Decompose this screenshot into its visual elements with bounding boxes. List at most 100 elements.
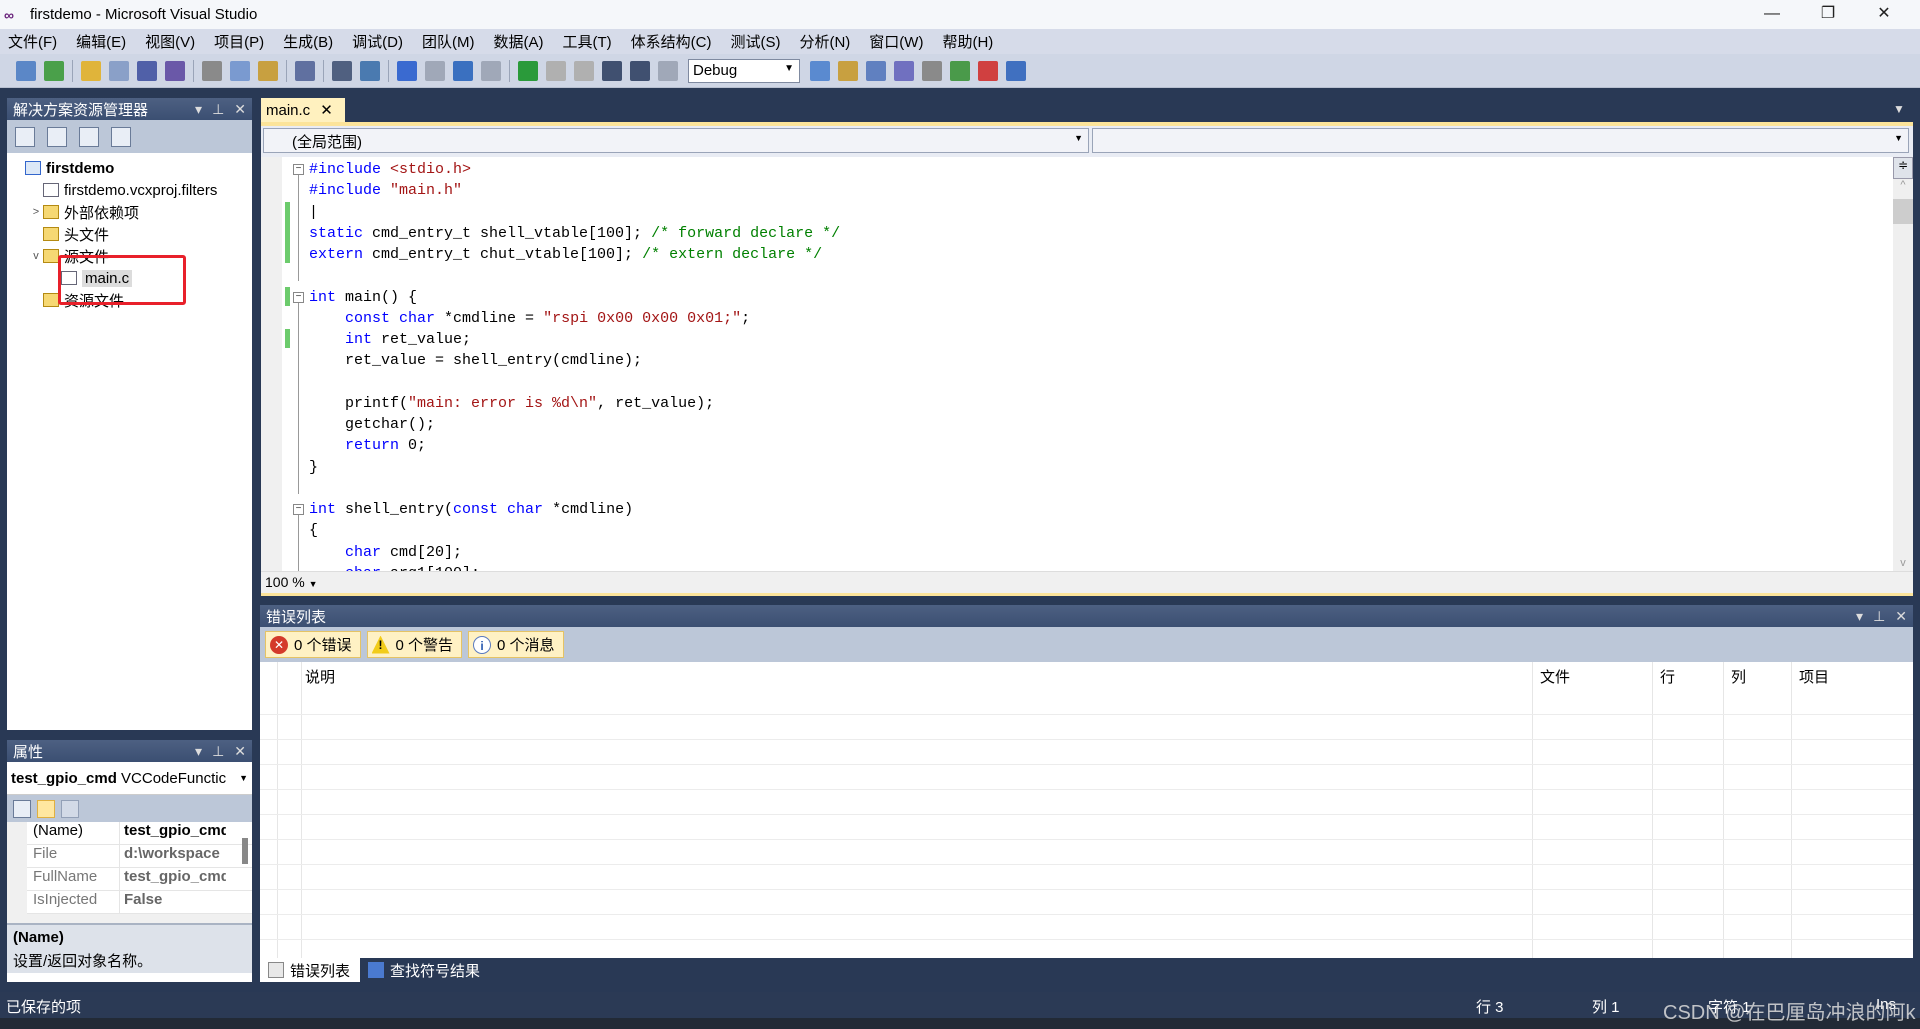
alphabetical-sort-icon[interactable] bbox=[37, 799, 55, 818]
menu-item[interactable]: 项目(P) bbox=[214, 31, 264, 52]
tab-overflow-dropdown-icon[interactable]: ▼ bbox=[1893, 102, 1905, 116]
vertical-scrollbar[interactable]: ≑ ^ v bbox=[1893, 157, 1913, 571]
new-project-icon[interactable] bbox=[16, 60, 36, 81]
dropdown-icon[interactable]: ▾ bbox=[1856, 608, 1863, 625]
open-file-icon[interactable] bbox=[81, 60, 101, 81]
column-header[interactable]: 列 bbox=[1731, 666, 1746, 687]
code-line[interactable]: | bbox=[309, 202, 318, 223]
step-over-icon[interactable] bbox=[630, 60, 650, 81]
dropdown-icon[interactable]: ▾ bbox=[195, 101, 202, 118]
object-selector[interactable]: test_gpio_cmd VCCodeFunctic ▼ bbox=[7, 762, 252, 795]
cut-icon[interactable] bbox=[202, 60, 222, 81]
code-line[interactable]: getchar(); bbox=[309, 414, 435, 435]
property-pages-icon[interactable] bbox=[61, 799, 79, 818]
scope-dropdown[interactable]: (全局范围) ▼ bbox=[263, 128, 1089, 153]
find-in-files-icon[interactable] bbox=[810, 60, 830, 81]
view-code-icon[interactable] bbox=[79, 126, 99, 147]
code-line[interactable]: { bbox=[309, 520, 318, 541]
code-line[interactable]: int ret_value; bbox=[309, 329, 471, 350]
restore-button[interactable]: ❐ bbox=[1800, 0, 1856, 29]
menu-item[interactable]: 文件(F) bbox=[8, 31, 57, 52]
add-new-item-icon[interactable] bbox=[109, 60, 129, 81]
menu-item[interactable]: 体系结构(C) bbox=[631, 31, 712, 52]
property-row[interactable]: IsInjected False bbox=[27, 891, 252, 914]
tree-item-folder[interactable]: > 外部依赖项 bbox=[7, 201, 252, 223]
menu-item[interactable]: 生成(B) bbox=[283, 31, 333, 52]
close-button[interactable]: ✕ bbox=[1856, 0, 1912, 29]
scrollbar-thumb[interactable] bbox=[1893, 199, 1913, 224]
solution-configuration-dropdown[interactable]: Debug ▼ bbox=[688, 58, 800, 83]
menu-item[interactable]: 工具(T) bbox=[562, 31, 611, 52]
solution-explorer-icon[interactable] bbox=[838, 60, 858, 81]
close-tab-icon[interactable]: ✕ bbox=[320, 101, 333, 119]
errors-filter-button[interactable]: ✕ 0 个错误 bbox=[265, 631, 361, 658]
property-value[interactable]: test_gpio_cmd bbox=[120, 868, 226, 890]
menu-item[interactable]: 测试(S) bbox=[730, 31, 780, 52]
find-icon[interactable] bbox=[295, 60, 315, 81]
tree-item-file[interactable]: firstdemo.vcxproj.filters bbox=[7, 179, 252, 201]
menu-item[interactable]: 编辑(E) bbox=[76, 31, 126, 52]
member-dropdown[interactable]: ▼ bbox=[1092, 128, 1909, 153]
scroll-down-icon[interactable]: v bbox=[1893, 557, 1913, 569]
property-value[interactable]: test_gpio_cmd bbox=[120, 822, 226, 844]
code-line[interactable]: #include <stdio.h> bbox=[309, 159, 471, 180]
code-line[interactable]: ret_value = shell_entry(cmdline); bbox=[309, 350, 642, 371]
pin-icon[interactable]: ⊥ bbox=[1873, 608, 1885, 625]
property-value[interactable]: d:\workspace bbox=[120, 845, 226, 867]
scroll-up-icon[interactable]: ^ bbox=[1893, 179, 1913, 191]
column-header[interactable]: 行 bbox=[1660, 666, 1675, 687]
collapse-icon[interactable]: − bbox=[293, 291, 304, 303]
minimize-button[interactable]: — bbox=[1744, 0, 1800, 29]
close-icon[interactable]: ✕ bbox=[1895, 608, 1907, 625]
column-header[interactable]: 说明 bbox=[305, 666, 335, 687]
code-line[interactable]: const char *cmdline = "rspi 0x00 0x00 0x… bbox=[309, 308, 750, 329]
menu-item[interactable]: 帮助(H) bbox=[942, 31, 993, 52]
zoom-dropdown[interactable]: 100 % bbox=[265, 574, 305, 590]
menu-item[interactable]: 分析(N) bbox=[799, 31, 850, 52]
error-list-icon[interactable] bbox=[978, 60, 998, 81]
code-line[interactable]: extern cmd_entry_t chut_vtable[100]; /* … bbox=[309, 244, 822, 265]
collapse-icon[interactable]: − bbox=[293, 504, 304, 515]
code-line[interactable]: char cmd[20]; bbox=[309, 542, 462, 563]
menu-item[interactable]: 视图(V) bbox=[145, 31, 195, 52]
stop-icon[interactable] bbox=[574, 60, 594, 81]
messages-filter-button[interactable]: i 0 个消息 bbox=[468, 631, 564, 658]
split-icon[interactable]: ≑ bbox=[1893, 157, 1913, 179]
step-out-icon[interactable] bbox=[658, 60, 678, 81]
code-line[interactable]: } bbox=[309, 457, 318, 478]
tree-item-proj[interactable]: firstdemo bbox=[7, 157, 252, 179]
pin-icon[interactable]: ⊥ bbox=[212, 101, 224, 118]
class-diagram-icon[interactable] bbox=[111, 126, 131, 147]
code-line[interactable]: int shell_entry(const char *cmdline) bbox=[309, 499, 633, 520]
class-view-icon[interactable] bbox=[950, 60, 970, 81]
code-line[interactable]: #include "main.h" bbox=[309, 180, 462, 201]
pause-icon[interactable] bbox=[546, 60, 566, 81]
tab-find-symbol-results[interactable]: 查找符号结果 bbox=[360, 958, 490, 982]
uncomment-icon[interactable] bbox=[360, 60, 380, 81]
object-browser-icon[interactable] bbox=[894, 60, 914, 81]
menu-item[interactable]: 数据(A) bbox=[493, 31, 543, 52]
property-row[interactable]: FullName test_gpio_cmd bbox=[27, 868, 252, 891]
navigate-back-icon[interactable] bbox=[453, 60, 473, 81]
save-icon[interactable] bbox=[137, 60, 157, 81]
code-editor[interactable]: #include <stdio.h> #include "main.h" | stat… bbox=[261, 157, 1893, 571]
code-line[interactable]: printf("main: error is %d\n", ret_value)… bbox=[309, 393, 714, 414]
close-icon[interactable]: ✕ bbox=[234, 743, 246, 760]
expander-icon[interactable]: v bbox=[29, 250, 43, 262]
property-row[interactable]: (Name) test_gpio_cmd bbox=[27, 822, 252, 845]
step-into-icon[interactable] bbox=[602, 60, 622, 81]
navigate-forward-icon[interactable] bbox=[481, 60, 501, 81]
start-debug-icon[interactable] bbox=[518, 60, 538, 81]
code-line[interactable]: return 0; bbox=[309, 435, 426, 456]
paste-icon[interactable] bbox=[258, 60, 278, 81]
show-all-files-icon[interactable] bbox=[47, 126, 67, 147]
tree-item-folder[interactable]: 头文件 bbox=[7, 223, 252, 245]
expander-icon[interactable]: > bbox=[29, 206, 43, 218]
copy-icon[interactable] bbox=[230, 60, 250, 81]
categorized-icon[interactable] bbox=[13, 799, 31, 818]
redo-icon[interactable] bbox=[425, 60, 445, 81]
code-line[interactable]: static cmd_entry_t shell_vtable[100]; /*… bbox=[309, 223, 840, 244]
menu-item[interactable]: 团队(M) bbox=[422, 31, 475, 52]
property-row[interactable]: File d:\workspace bbox=[27, 845, 252, 868]
comment-icon[interactable] bbox=[332, 60, 352, 81]
